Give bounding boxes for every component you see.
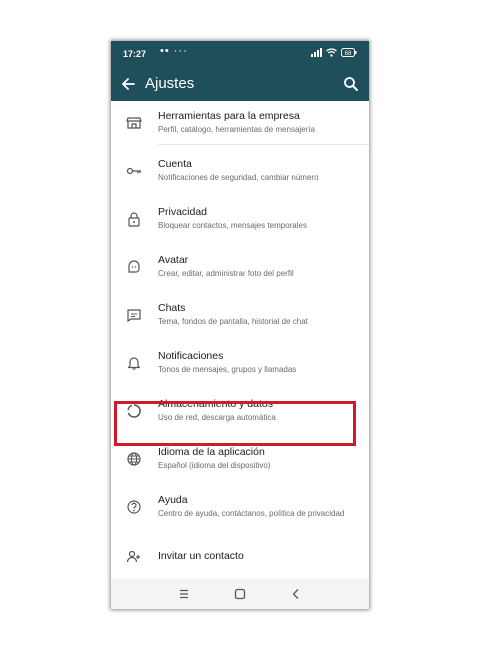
settings-item-title: Notificaciones bbox=[158, 350, 224, 362]
settings-item-subtitle: Español (idioma del dispositivo) bbox=[158, 461, 271, 470]
settings-item-title: Cuenta bbox=[158, 158, 192, 170]
settings-item-subtitle: Crear, editar, administrar foto del perf… bbox=[158, 269, 294, 278]
settings-item-subtitle: Tema, fondos de pantalla, historial de c… bbox=[158, 317, 308, 326]
chat-icon bbox=[126, 307, 142, 323]
settings-item-chats[interactable]: Chats Tema, fondos de pantalla, historia… bbox=[111, 293, 369, 339]
settings-item-title: Chats bbox=[158, 302, 186, 314]
status-notification-dots: •• ··· bbox=[160, 45, 188, 57]
settings-item-account[interactable]: Cuenta Notificaciones de seguridad, camb… bbox=[111, 149, 369, 195]
lock-icon bbox=[126, 211, 142, 227]
phone-frame: 17:27 •• ··· 68 Ajustes Herramientas par… bbox=[111, 41, 369, 609]
status-time: 17:27 bbox=[123, 49, 147, 59]
page-title: Ajustes bbox=[145, 75, 195, 92]
back-arrow-icon[interactable] bbox=[119, 74, 139, 94]
back-nav-icon[interactable] bbox=[289, 587, 303, 601]
status-icons: 68 bbox=[311, 48, 357, 57]
settings-item-title: Ayuda bbox=[158, 494, 188, 506]
status-bar: 17:27 •• ··· 68 bbox=[111, 41, 369, 67]
battery-icon: 68 bbox=[341, 48, 357, 57]
settings-item-notifications[interactable]: Notificaciones Tonos de mensajes, grupos… bbox=[111, 341, 369, 387]
avatar-icon bbox=[126, 259, 142, 275]
settings-item-subtitle: Tonos de mensajes, grupos y llamadas bbox=[158, 365, 297, 374]
key-icon bbox=[126, 163, 142, 179]
battery-level: 68 bbox=[345, 51, 352, 57]
settings-item-avatar[interactable]: Avatar Crear, editar, administrar foto d… bbox=[111, 245, 369, 291]
settings-item-title: Herramientas para la empresa bbox=[158, 110, 300, 122]
settings-item-business-tools[interactable]: Herramientas para la empresa Perfil, cat… bbox=[111, 101, 369, 147]
settings-item-title: Invitar un contacto bbox=[158, 550, 244, 562]
settings-item-subtitle: Perfil, catálogo, herramientas de mensaj… bbox=[158, 125, 315, 134]
invite-contact-icon bbox=[126, 549, 142, 565]
search-icon[interactable] bbox=[341, 74, 361, 94]
globe-icon bbox=[126, 451, 142, 467]
settings-item-title: Privacidad bbox=[158, 206, 208, 218]
divider bbox=[158, 144, 369, 145]
settings-item-subtitle: Notificaciones de seguridad, cambiar núm… bbox=[158, 173, 319, 182]
signal-icon bbox=[311, 48, 322, 57]
app-bar: Ajustes bbox=[111, 67, 369, 101]
highlight-box bbox=[114, 401, 356, 446]
menu-icon[interactable] bbox=[177, 587, 191, 601]
help-icon bbox=[126, 499, 142, 515]
system-nav-bar bbox=[111, 579, 369, 609]
settings-item-title: Avatar bbox=[158, 254, 189, 266]
settings-item-privacy[interactable]: Privacidad Bloquear contactos, mensajes … bbox=[111, 197, 369, 243]
settings-item-help[interactable]: Ayuda Centro de ayuda, contáctanos, polí… bbox=[111, 485, 369, 541]
settings-item-subtitle: Centro de ayuda, contáctanos, política d… bbox=[158, 509, 345, 518]
bell-icon bbox=[126, 355, 142, 371]
settings-item-subtitle: Bloquear contactos, mensajes temporales bbox=[158, 221, 307, 230]
home-icon[interactable] bbox=[233, 587, 247, 601]
store-icon bbox=[126, 115, 142, 131]
settings-item-title: Idioma de la aplicación bbox=[158, 446, 265, 458]
wifi-icon bbox=[326, 48, 337, 57]
